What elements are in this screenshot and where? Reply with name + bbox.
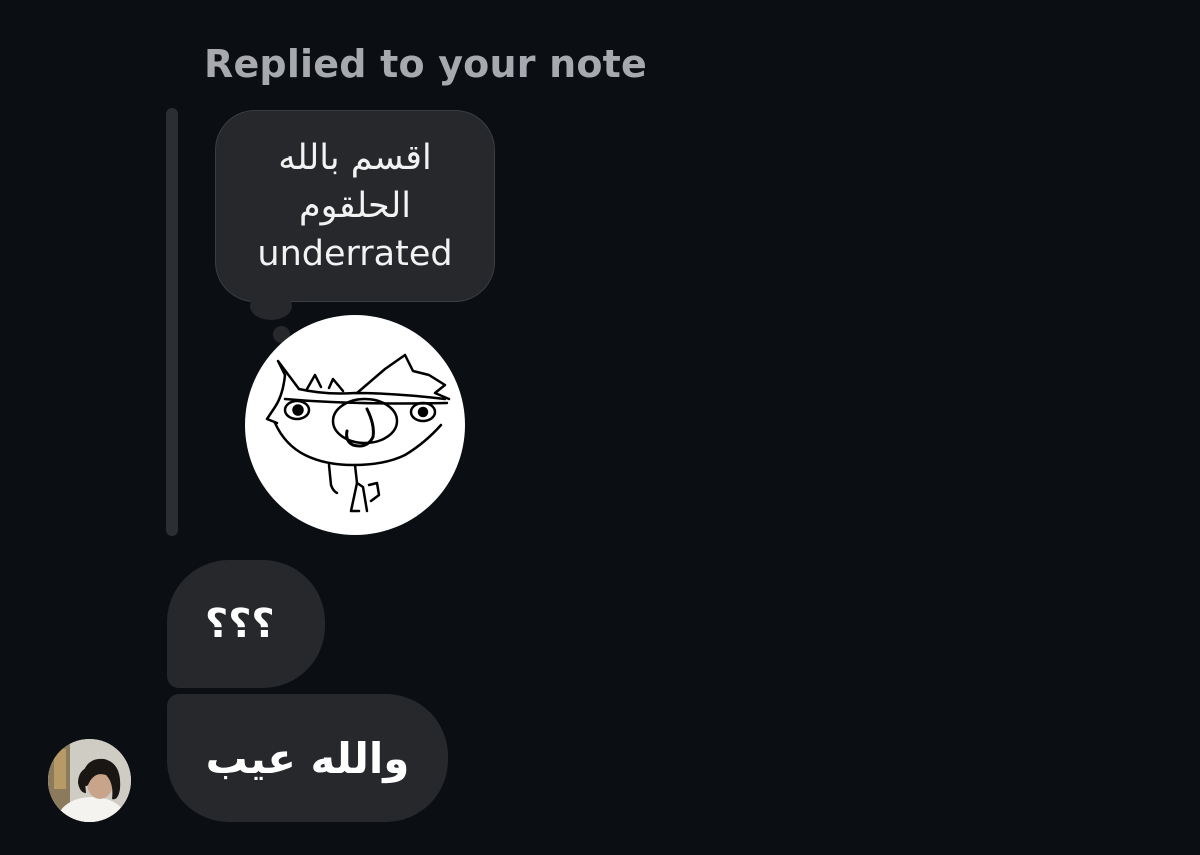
sender-avatar[interactable]	[48, 739, 131, 822]
reply-indicator-bar	[166, 108, 178, 536]
note-bubble-tail	[250, 292, 292, 320]
message-text: ؟؟؟	[205, 601, 275, 647]
message-text: والله عيب	[205, 733, 410, 783]
message-bubble[interactable]: ؟؟؟	[167, 560, 325, 688]
profile-photo-icon	[48, 739, 131, 822]
note-line-1: اقسم بالله	[278, 138, 432, 178]
note-line-3: underrated	[257, 234, 453, 274]
note-line-2: الحلقوم	[298, 186, 412, 226]
message-thread: Replied to your note اقسم بالله الحلقوم …	[0, 0, 1200, 855]
note-bubble[interactable]: اقسم بالله الحلقوم underrated	[215, 110, 495, 302]
message-bubble[interactable]: والله عيب	[167, 694, 448, 822]
cat-doodle-icon	[265, 353, 451, 513]
note-author-avatar[interactable]	[245, 315, 465, 535]
replied-to-note-label: Replied to your note	[204, 42, 647, 86]
